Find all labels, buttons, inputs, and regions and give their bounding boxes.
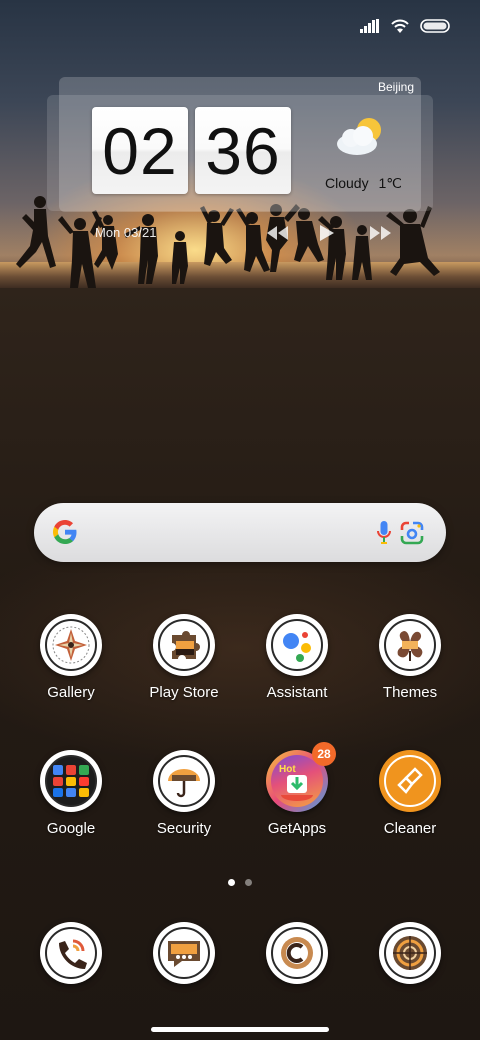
notification-badge: 28 <box>312 742 336 766</box>
google-search-bar[interactable] <box>34 503 446 562</box>
app-label: Gallery <box>47 684 95 701</box>
app-google-folder[interactable]: Google <box>21 750 121 837</box>
browser-icon <box>271 927 323 979</box>
dock-browser[interactable] <box>247 922 347 984</box>
app-label: Cleaner <box>383 820 437 837</box>
previous-track-icon[interactable] <box>264 222 290 244</box>
weather-condition: Cloudy <box>325 175 369 191</box>
app-gallery[interactable]: Gallery <box>21 614 121 701</box>
weather-summary: Cloudy 1℃ <box>325 175 402 192</box>
app-label: Play Store <box>149 684 219 701</box>
app-play-store[interactable]: Play Store <box>134 614 234 701</box>
microphone-icon[interactable] <box>377 520 391 546</box>
weather-temperature: 1℃ <box>378 175 402 191</box>
dock-phone[interactable] <box>21 922 121 984</box>
google-lens-icon[interactable] <box>399 520 425 546</box>
cellular-signal-icon <box>360 19 379 33</box>
app-themes[interactable]: Themes <box>360 614 460 701</box>
weather-city: Beijing <box>377 80 414 94</box>
app-security[interactable]: Security <box>134 750 234 837</box>
status-bar <box>360 18 452 34</box>
app-cleaner[interactable]: Cleaner <box>360 750 460 837</box>
phone-icon <box>45 927 97 979</box>
dock-camera[interactable] <box>360 922 460 984</box>
camera-icon <box>384 927 436 979</box>
messages-icon <box>158 927 210 979</box>
app-getapps[interactable]: Hot 28 GetApps <box>247 742 347 837</box>
app-label: Google <box>46 820 96 837</box>
themes-icon <box>384 619 436 671</box>
app-label: Assistant <box>266 684 328 701</box>
google-g-icon <box>53 520 77 544</box>
battery-icon <box>420 19 450 33</box>
page-indicator[interactable] <box>228 879 252 886</box>
play-icon[interactable] <box>318 222 336 244</box>
dock-messages[interactable] <box>134 922 234 984</box>
play-store-icon <box>158 619 210 671</box>
clock-hours[interactable]: 02 <box>92 107 188 194</box>
partly-cloudy-icon <box>337 118 381 155</box>
app-label: GetApps <box>267 820 327 837</box>
gallery-icon <box>45 619 97 671</box>
getapps-hot-text: Hot <box>279 764 296 775</box>
app-label: Security <box>156 820 212 837</box>
page-dot-active <box>228 879 235 886</box>
clock-minutes[interactable]: 36 <box>195 107 291 194</box>
wifi-icon <box>391 19 409 33</box>
security-icon <box>158 755 210 807</box>
broom-icon <box>384 755 436 807</box>
next-track-icon[interactable] <box>368 222 394 244</box>
app-label: Themes <box>382 684 438 701</box>
widget-date: Mon 03/21 <box>95 225 157 240</box>
gesture-home-bar[interactable] <box>151 1027 329 1032</box>
assistant-icon <box>271 619 323 671</box>
page-dot <box>245 879 252 886</box>
google-folder-icon <box>45 755 97 807</box>
app-assistant[interactable]: Assistant <box>247 614 347 701</box>
